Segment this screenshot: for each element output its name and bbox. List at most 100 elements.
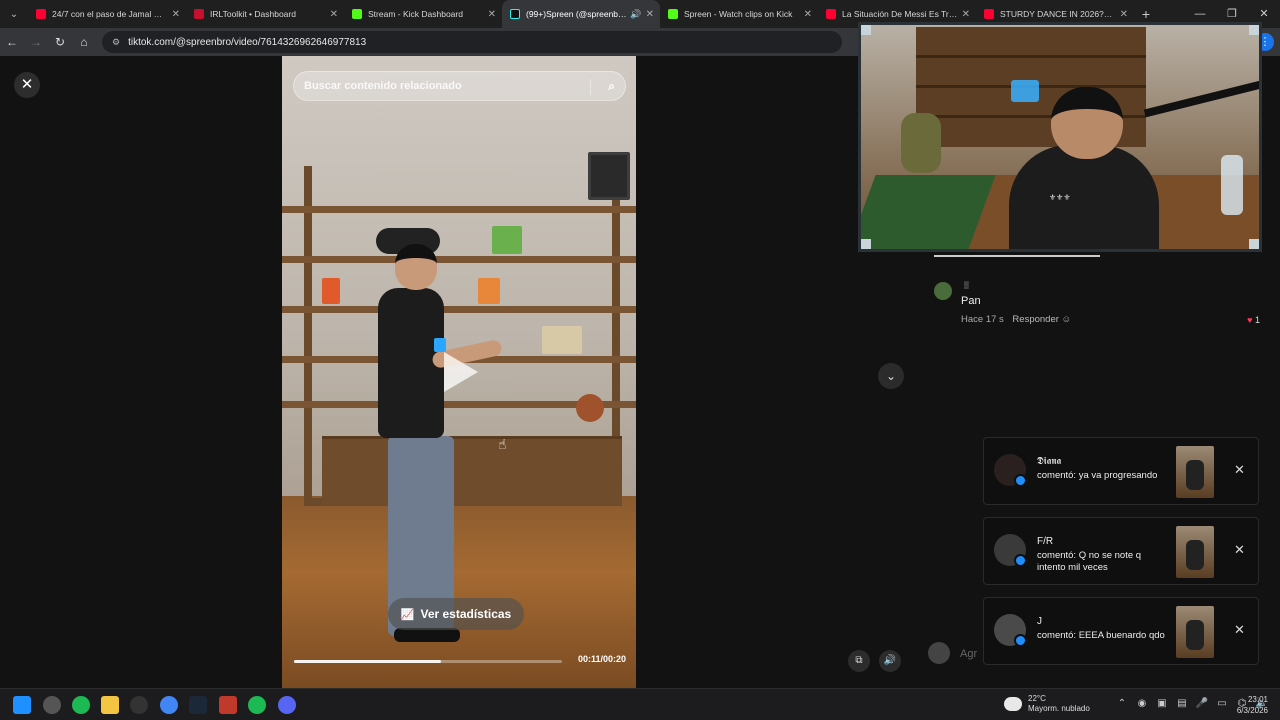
reply-button[interactable]: Responder [1012, 314, 1058, 325]
notification-toast[interactable]: F/R comentó: Q no se note q intento mil … [983, 517, 1259, 585]
weather-temp: 22°C [1028, 694, 1046, 703]
new-tab-button[interactable]: + [1134, 6, 1158, 22]
close-video-button[interactable]: ✕ [14, 72, 40, 98]
weather-desc: Mayorm. nublado [1028, 704, 1090, 713]
close-notification-icon[interactable]: ✕ [1234, 542, 1245, 558]
volume-icon[interactable]: 🔊 [879, 650, 901, 672]
close-tab-icon[interactable]: ✕ [1120, 9, 1128, 20]
close-tab-icon[interactable]: ✕ [962, 9, 970, 20]
view-stats-button[interactable]: 📈 Ver estadísticas [388, 598, 524, 630]
notification-message: comentó: ya va progresando [1037, 470, 1158, 481]
video-thumbnail[interactable] [1176, 446, 1214, 498]
close-tab-icon[interactable]: ✕ [804, 9, 812, 20]
spotify-icon[interactable] [248, 696, 266, 714]
video-person [395, 244, 437, 290]
notification-message: comentó: EEEA buenardo qdo [1037, 630, 1165, 641]
comment-time: Hace 17 s [961, 314, 1004, 325]
youtube-icon [826, 9, 836, 19]
irltoolkit-icon [194, 9, 204, 19]
url-text: tiktok.com/@spreenbro/video/761432696264… [128, 36, 367, 48]
tab-search-icon[interactable]: ⌄ [0, 0, 28, 28]
avatar[interactable] [934, 282, 952, 300]
heart-icon[interactable]: ♥ [1247, 315, 1252, 325]
avatar [928, 642, 950, 664]
app-icon[interactable] [219, 696, 237, 714]
file-explorer-icon[interactable] [101, 696, 119, 714]
windows-start-icon[interactable] [13, 696, 31, 714]
tab-title: STURDY DANCE IN 2026??? - Y [1000, 9, 1116, 19]
video-shelf [282, 306, 636, 313]
speaker-icon[interactable]: 🔊 [630, 9, 641, 20]
tray-app-icon[interactable]: ▣ [1152, 698, 1172, 709]
spotify-icon[interactable] [72, 696, 90, 714]
home-icon[interactable]: ⌂ [72, 35, 96, 49]
video-player[interactable]: Buscar contenido relacionado ⌕ ☝ 📈 Ver e… [282, 56, 636, 688]
search-placeholder: Buscar contenido relacionado [304, 80, 462, 92]
chrome-icon[interactable] [160, 696, 178, 714]
frame-corner [861, 25, 871, 35]
frame-corner [1249, 239, 1259, 249]
discord-icon[interactable] [278, 696, 296, 714]
video-cabinet [322, 436, 622, 506]
flag-icon: ▒ [964, 282, 969, 289]
video-item [588, 152, 630, 200]
close-tab-icon[interactable]: ✕ [330, 9, 338, 20]
address-bar[interactable]: ⚙ tiktok.com/@spreenbro/video/7614326962… [102, 31, 842, 53]
video-thumbnail[interactable] [1176, 526, 1214, 578]
windows-taskbar: 22°C Mayorm. nublado ⌃ ◉ ▣ ▤ 🎤 ▭ ⌬ 🔈 23:… [0, 688, 1280, 720]
close-notification-icon[interactable]: ✕ [1234, 462, 1245, 478]
clock-date: 6/3/2026 [1236, 706, 1268, 715]
clock-time: 23:01 [1247, 695, 1268, 704]
reload-icon[interactable]: ↻ [48, 35, 72, 49]
chevron-up-icon[interactable]: ⌃ [1112, 698, 1132, 709]
tab-2[interactable]: Stream - Kick Dashboard ✕ [344, 0, 502, 28]
video-time: 00:11/00:20 [577, 654, 626, 664]
view-stats-label: Ver estadísticas [420, 607, 512, 621]
notification-message: comentó: Q no se note q intento mil vece… [1037, 550, 1142, 573]
microphone-icon[interactable]: 🎤 [1192, 698, 1212, 709]
comment-meta: Hace 17 s Responder ☺ [961, 314, 1071, 325]
close-notification-icon[interactable]: ✕ [1234, 622, 1245, 638]
video-person [394, 628, 460, 642]
obs-icon[interactable] [43, 696, 61, 714]
notification-user: J [1037, 616, 1042, 627]
comment-author[interactable]: Pan [961, 295, 981, 307]
tab-1[interactable]: IRLToolkit • Dashboard ✕ [186, 0, 344, 28]
video-item [322, 278, 340, 304]
notification-toast[interactable]: 𝕯𝖎𝖆𝖓𝖆 comentó: ya va progresando ✕ [983, 437, 1259, 505]
progress-fill [294, 660, 442, 663]
close-tab-icon[interactable]: ✕ [488, 9, 496, 20]
search-icon[interactable]: ⌕ [608, 79, 615, 94]
close-tab-icon[interactable]: ✕ [172, 9, 180, 20]
close-tab-icon[interactable]: ✕ [646, 9, 654, 20]
weather-widget[interactable]: 22°C Mayorm. nublado [1001, 693, 1090, 714]
comment-likes[interactable]: ♥ 1 [1247, 315, 1260, 325]
play-icon[interactable] [444, 352, 478, 392]
tray-app-icon[interactable]: ◉ [1132, 698, 1152, 709]
comments-tab-indicator [934, 255, 1100, 257]
monitor-icon[interactable]: ▭ [1212, 698, 1232, 709]
like-count: 1 [1254, 315, 1260, 325]
tab-4[interactable]: Spreen - Watch clips on Kick ✕ [660, 0, 818, 28]
scroll-down-button[interactable]: ⌄ [878, 363, 904, 389]
4k-downloader-icon[interactable] [130, 696, 148, 714]
video-thumbnail[interactable] [1176, 606, 1214, 658]
back-icon[interactable]: ← [0, 35, 24, 49]
tab-0[interactable]: 24/7 con el paso de Jamal 🕺 ┆ 🎧 ✕ [28, 0, 186, 28]
tiktok-icon [510, 9, 520, 19]
comment-input[interactable]: Agr [960, 648, 977, 660]
tab-3[interactable]: (99+)Spreen (@spreenbro) 🔊 ✕ [502, 0, 660, 28]
tray-app-icon[interactable]: ▤ [1172, 698, 1192, 709]
picture-in-picture-icon[interactable]: ⧉ [848, 650, 870, 672]
related-search-input[interactable]: Buscar contenido relacionado ⌕ [293, 71, 626, 101]
system-clock[interactable]: 23:01 6/3/2026 [1232, 694, 1268, 716]
video-progress-bar[interactable] [294, 660, 562, 663]
notification-user: F/R [1037, 536, 1054, 547]
forward-icon[interactable]: → [24, 35, 48, 49]
video-item [478, 278, 500, 304]
frame-corner [1249, 25, 1259, 35]
notification-toast[interactable]: J comentó: EEEA buenardo qdo ✕ [983, 597, 1259, 665]
steam-icon[interactable] [189, 696, 207, 714]
site-info-icon[interactable]: ⚙ [112, 37, 120, 48]
comment-badge-icon [1014, 634, 1027, 647]
